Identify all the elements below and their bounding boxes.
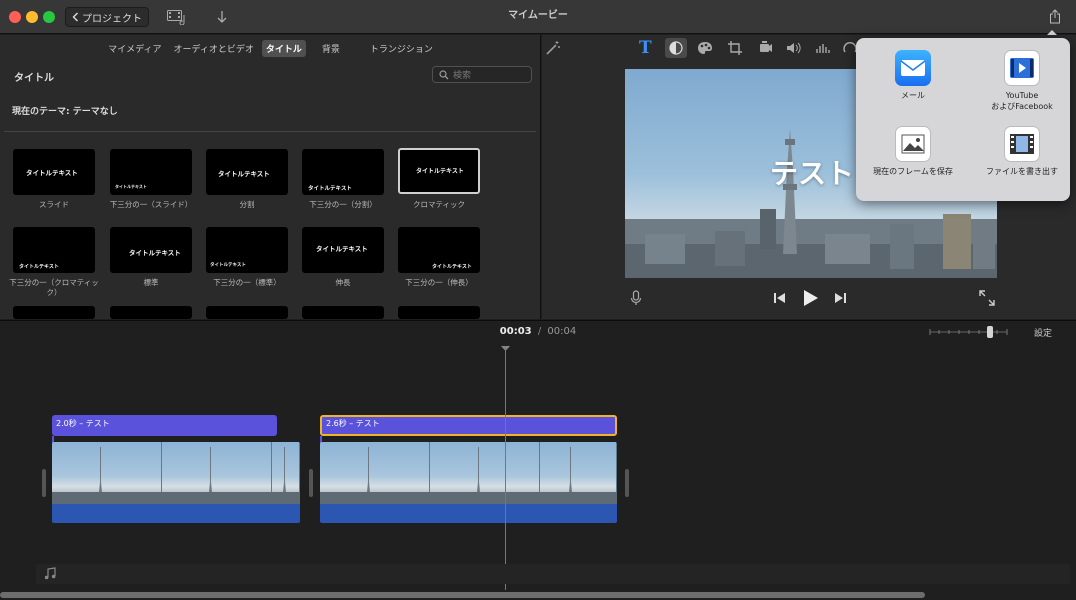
tile-sample-text: タイトルテキスト (432, 264, 472, 270)
share-youtube-facebook-item[interactable]: YouTube およびFacebook (972, 50, 1072, 112)
speed-icon[interactable] (843, 41, 857, 55)
preview-title-text: テスト (770, 157, 855, 190)
microphone-icon[interactable] (630, 290, 642, 306)
tab-transitions[interactable]: トランジション (366, 40, 437, 57)
clip-trim-handle[interactable] (309, 469, 313, 497)
title-tile-expand[interactable]: タイトルテキスト (302, 227, 384, 273)
clip-skyline (320, 447, 617, 504)
clip-trim-handle[interactable] (625, 469, 629, 497)
color-balance-icon (669, 41, 683, 55)
horizontal-scrollbar[interactable] (0, 592, 925, 598)
tile-sample-text: タイトルテキスト (210, 263, 246, 268)
share-email-item[interactable]: メール (863, 50, 963, 101)
tile-sample-text: タイトルテキスト (26, 169, 78, 177)
share-youtube-facebook-label: YouTube およびFacebook (991, 91, 1053, 111)
title-tile-label: クロマティック (412, 200, 466, 209)
stabilization-icon[interactable] (757, 41, 773, 55)
playhead-line[interactable] (505, 346, 506, 590)
export-file-icon (1004, 126, 1040, 162)
title-bar: プロジェクト マイムービー (0, 0, 1076, 38)
save-frame-icon (895, 126, 931, 162)
title-tile-partial[interactable] (398, 306, 480, 319)
search-icon (439, 69, 449, 79)
content-browser: マイメディア オーディオとビデオ タイトル 背景 トランジション タイトル 検索… (0, 35, 541, 319)
title-tile-label: 標準 (143, 278, 159, 287)
title-tool-icon[interactable]: T (639, 38, 652, 58)
youtube-facebook-icon (1004, 50, 1040, 86)
divider (4, 131, 536, 132)
current-theme-label: 現在のテーマ: テーマなし (12, 107, 118, 117)
title-tile-label: 下三分の一（クロマティック） (9, 278, 99, 297)
title-tile-chromatic[interactable]: タイトルテキスト (398, 148, 480, 194)
tab-backgrounds[interactable]: 背景 (318, 40, 344, 57)
tab-titles[interactable]: タイトル (261, 39, 306, 57)
tile-sample-text: タイトルテキスト (308, 186, 352, 192)
tab-audio-video[interactable]: オーディオとビデオ (169, 40, 257, 57)
tile-sample-text: タイトルテキスト (129, 249, 181, 257)
title-tile-split[interactable]: タイトルテキスト (206, 149, 288, 195)
title-clip-selected[interactable]: 2.6秒 – テスト (320, 415, 617, 436)
magic-wand-icon[interactable] (545, 40, 561, 56)
music-track[interactable] (36, 564, 1070, 584)
total-time: 00:04 (547, 326, 577, 337)
video-clip[interactable] (52, 442, 300, 523)
share-save-frame-item[interactable]: 現在のフレームを保存 (863, 126, 963, 177)
noise-equalizer-icon[interactable] (815, 41, 831, 55)
clip-skyline (52, 447, 300, 504)
tile-sample-text: タイトルテキスト (19, 264, 59, 270)
search-placeholder: 検索 (453, 71, 472, 81)
timecode-display: 00:03 / 00:04 (0, 320, 1076, 344)
share-export-file-item[interactable]: ファイルを書き出す (972, 126, 1072, 177)
play-icon[interactable] (802, 289, 819, 307)
tab-my-media[interactable]: マイメディア (104, 40, 165, 57)
current-time: 00:03 (499, 326, 532, 337)
title-tile-partial[interactable] (206, 306, 288, 319)
title-tile-lower-third-split[interactable]: タイトルテキスト (302, 149, 384, 195)
title-tile-lower-third-expand[interactable]: タイトルテキスト (398, 227, 480, 273)
search-input[interactable]: 検索 (432, 66, 532, 83)
share-email-label: メール (901, 91, 925, 100)
browser-section-label: タイトル (14, 73, 54, 84)
browser-tabs: マイメディア オーディオとビデオ タイトル 背景 トランジション (0, 35, 541, 61)
color-palette-icon[interactable] (697, 41, 713, 55)
fullscreen-icon[interactable] (979, 290, 995, 306)
title-tile-label: 分割 (239, 200, 255, 209)
title-tile-lower-third-standard[interactable]: タイトルテキスト (206, 227, 288, 273)
title-tile-partial[interactable] (302, 306, 384, 319)
zoom-slider[interactable] (929, 326, 1009, 338)
share-export-file-label: ファイルを書き出す (986, 167, 1058, 176)
title-tile-partial[interactable] (110, 306, 192, 319)
title-tile-partial[interactable] (13, 306, 95, 319)
title-tile-label: 下三分の一（スライド） (109, 200, 193, 209)
title-tile-standard[interactable]: タイトルテキスト (110, 227, 192, 273)
title-tile-label: 下三分の一（伸長） (405, 278, 473, 287)
volume-icon[interactable] (786, 41, 802, 55)
clip-trim-handle[interactable] (42, 469, 46, 497)
tile-sample-text: タイトルテキスト (416, 168, 464, 175)
tile-sample-text: タイトルテキスト (115, 184, 147, 189)
share-save-frame-label: 現在のフレームを保存 (873, 167, 953, 176)
title-tile-label: 下三分の一（分割） (309, 200, 377, 209)
music-note-icon (44, 567, 56, 580)
skip-forward-icon[interactable] (834, 292, 847, 304)
title-clip[interactable]: 2.0秒 – テスト (52, 415, 277, 436)
title-tile-label: 下三分の一（標準） (213, 278, 281, 287)
crop-icon[interactable] (727, 40, 743, 56)
video-clip[interactable] (320, 442, 617, 523)
window-title: マイムービー (508, 10, 568, 21)
title-tile-slide[interactable]: タイトルテキスト (13, 149, 95, 195)
timecode-separator: / (537, 326, 542, 337)
title-tile-lower-third-chromatic[interactable]: タイトルテキスト (13, 227, 95, 273)
title-tile-label: スライド (39, 200, 69, 209)
title-tile-label: 伸長 (335, 278, 351, 287)
timeline-settings-button[interactable]: 設定 (1034, 326, 1052, 339)
mail-icon (895, 50, 931, 86)
tile-sample-text: タイトルテキスト (218, 170, 270, 178)
tile-sample-text: タイトルテキスト (316, 245, 368, 253)
share-popover: メール YouTube およびFacebook 現在のフレームを保存 ファイルを… (856, 38, 1070, 201)
share-icon[interactable] (1049, 9, 1061, 24)
skip-back-icon[interactable] (773, 292, 786, 304)
title-tile-lower-third-slide[interactable]: タイトルテキスト (110, 149, 192, 195)
